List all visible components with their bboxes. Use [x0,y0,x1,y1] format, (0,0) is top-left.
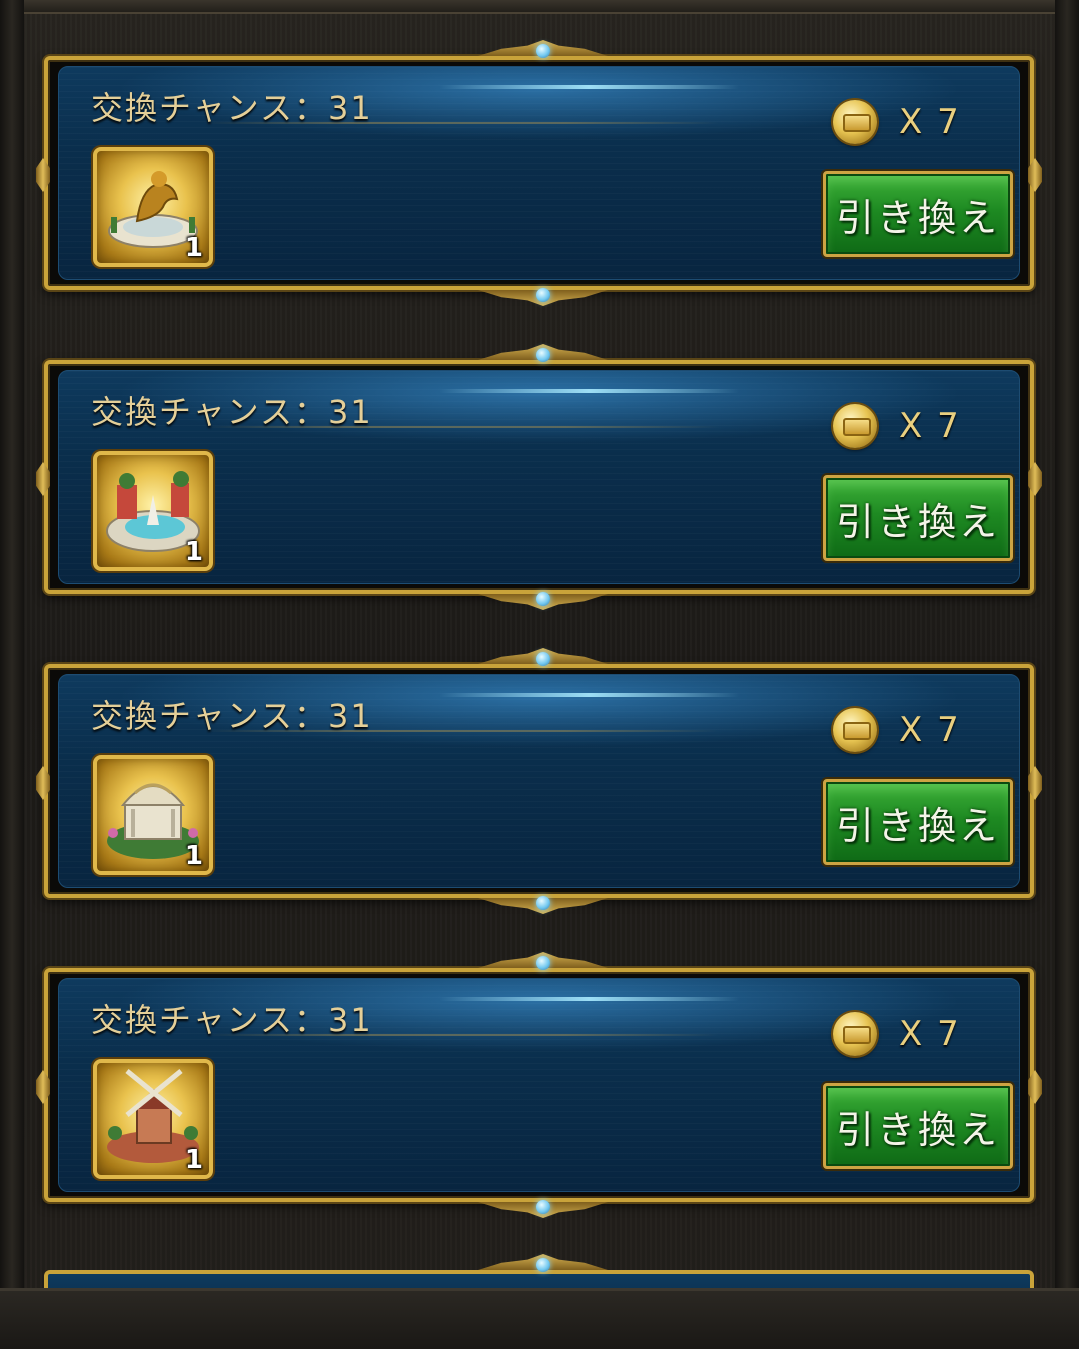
gem-icon [536,896,550,910]
gem-icon [536,592,550,606]
offer-card: 交換チャンス：31 1 X 7 引き換え [36,648,1042,898]
item-quantity: 1 [184,537,203,567]
cost-display: X 7 [833,97,961,147]
gold-coin-icon [833,1012,877,1056]
offer-card: 交換チャンス：31 1 X 7 引き換え [36,40,1042,290]
gem-icon [536,1258,550,1272]
cost-amount: X 7 [899,1014,961,1054]
exchange-chance-label: 交換チャンス：31 [91,89,373,127]
glow-line [439,85,739,89]
cost-amount: X 7 [899,102,961,142]
item-quantity: 1 [184,1145,203,1175]
exchange-button[interactable]: 引き換え [823,1083,1013,1169]
reward-item-slot[interactable]: 1 [93,451,213,571]
cost-display: X 7 [833,1009,961,1059]
gem-icon [536,288,550,302]
gem-icon [536,44,550,58]
exchange-button[interactable]: 引き換え [823,475,1013,561]
right-frame-pillar [1055,0,1079,1349]
offer-panel: 交換チャンス：31 1 X 7 引き換え [58,674,1020,888]
gem-icon [536,652,550,666]
item-quantity: 1 [184,841,203,871]
exchange-chance-label: 交換チャンス：31 [91,697,373,735]
gem-icon [536,1200,550,1214]
cost-amount: X 7 [899,406,961,446]
offer-panel: 交換チャンス：31 1 X 7 引き換え [58,370,1020,584]
reward-item-slot[interactable]: 1 [93,755,213,875]
cost-display: X 7 [833,705,961,755]
item-quantity: 1 [184,233,203,263]
top-frame-strip [24,0,1055,14]
offer-card: 交換チャンス：31 1 X 7 引き換え [36,344,1042,594]
exchange-button[interactable]: 引き換え [823,779,1013,865]
offer-panel: 交換チャンス：31 1 X 7 引き換え [58,66,1020,280]
reward-item-slot[interactable]: 1 [93,147,213,267]
glow-line [439,389,739,393]
cost-display: X 7 [833,401,961,451]
cost-amount: X 7 [899,710,961,750]
bottom-frame-bar [0,1288,1079,1349]
exchange-button[interactable]: 引き換え [823,171,1013,257]
exchange-chance-label: 交換チャンス：31 [91,1001,373,1039]
gold-coin-icon [833,708,877,752]
gem-icon [536,956,550,970]
reward-item-slot[interactable]: 1 [93,1059,213,1179]
glow-line [439,693,739,697]
glow-line [439,997,739,1001]
exchange-chance-label: 交換チャンス：31 [91,393,373,431]
gem-icon [536,348,550,362]
gold-coin-icon [833,100,877,144]
left-frame-pillar [0,0,24,1349]
offer-panel: 交換チャンス：31 1 X 7 引き換え [58,978,1020,1192]
offer-card: 交換チャンス：31 1 X 7 引き換え [36,952,1042,1202]
gold-coin-icon [833,404,877,448]
